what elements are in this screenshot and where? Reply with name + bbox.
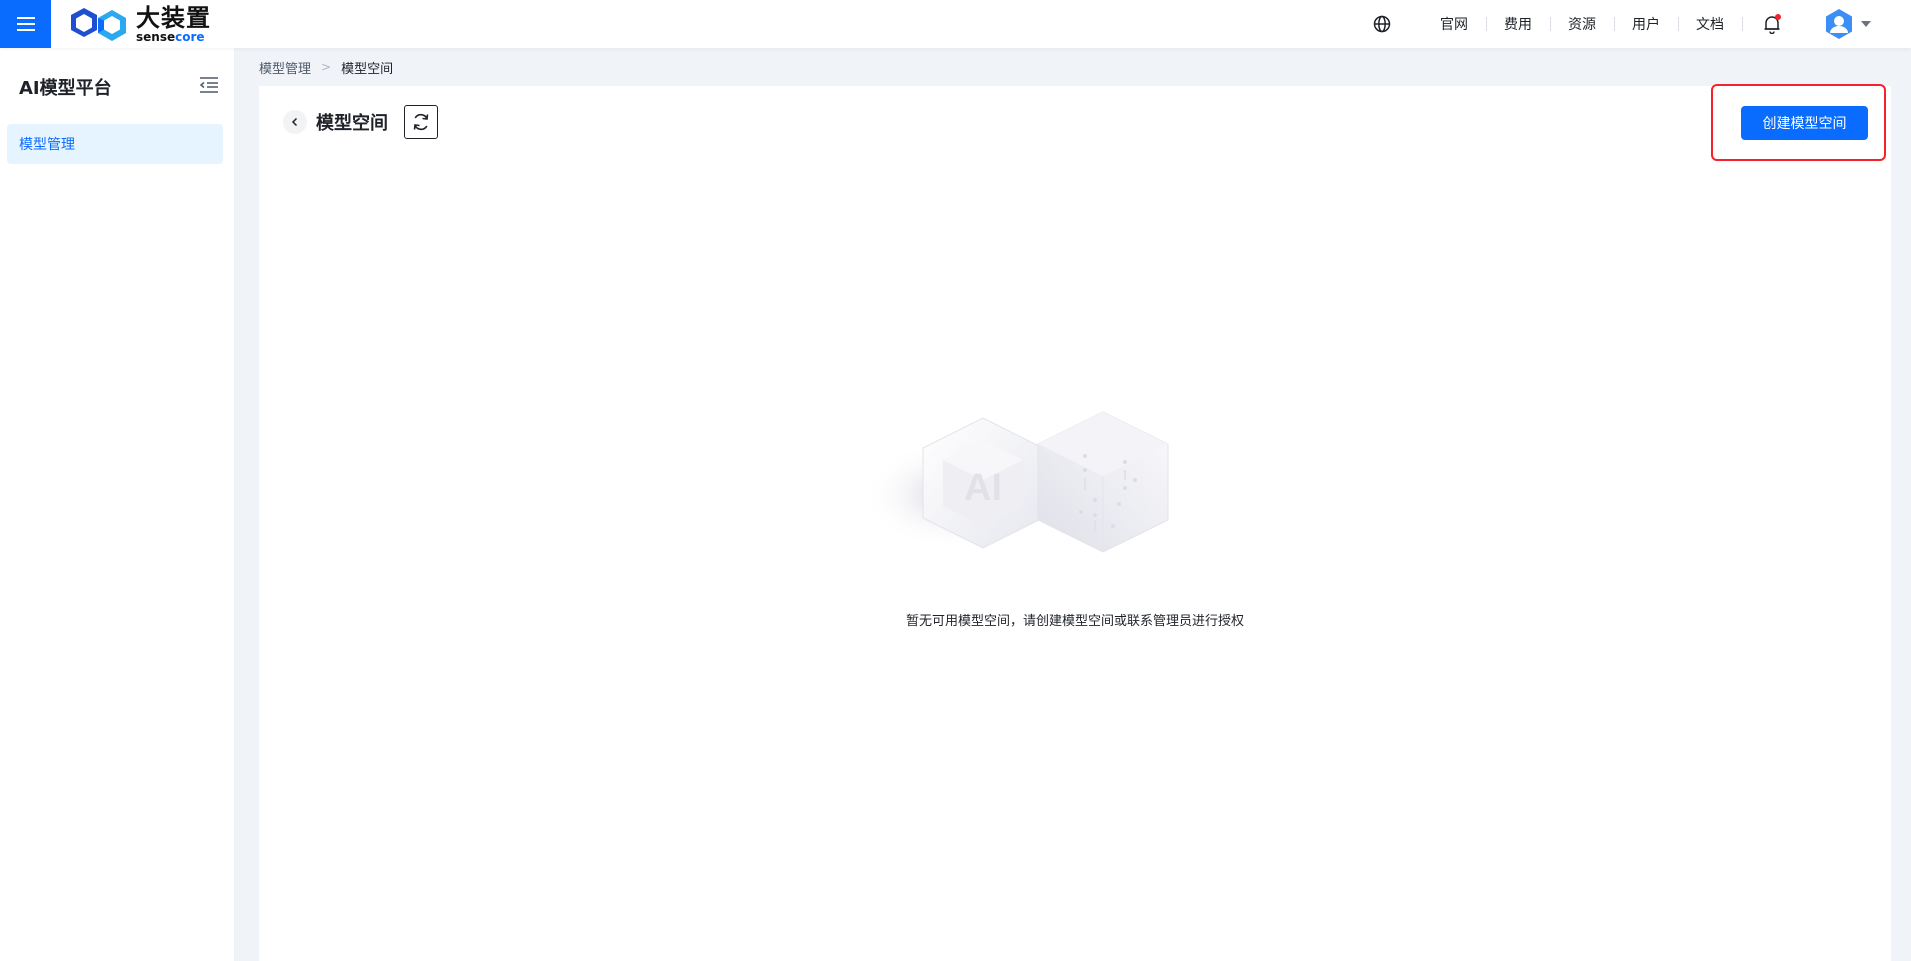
back-button[interactable] — [283, 110, 307, 134]
page-header: 模型空间 — [283, 104, 438, 140]
bell-icon[interactable] — [1761, 13, 1783, 35]
avatar[interactable] — [1825, 8, 1853, 40]
breadcrumb-model-space: 模型空间 — [341, 61, 394, 77]
empty-state-message: 暂无可用模型空间，请创建模型空间或联系管理员进行授权 — [905, 614, 1244, 629]
user-avatar-icon — [1826, 9, 1852, 39]
nav-users[interactable]: 用户 — [1614, 14, 1678, 34]
notification-dot — [1775, 14, 1781, 20]
breadcrumb-model-management[interactable]: 模型管理 — [259, 58, 311, 77]
breadcrumb: 模型管理 > 模型空间 — [259, 57, 393, 77]
breadcrumb-separator-icon: > — [321, 60, 332, 74]
hamburger-icon — [16, 17, 35, 31]
sensecore-logo-icon — [71, 8, 126, 41]
logo-subtitle: sensecore — [136, 31, 211, 43]
logo-subtitle-accent: core — [175, 29, 205, 44]
content-card: 模型空间 创建模型空间 AI 暂无可用模型空间，请创建模型空间或联系管理员进行授… — [259, 84, 1891, 961]
nav-billing[interactable]: 费用 — [1486, 14, 1550, 34]
create-model-space-button[interactable]: 创建模型空间 — [1741, 106, 1868, 140]
logo-title: 大装置 — [136, 3, 211, 32]
globe-icon[interactable] — [1372, 14, 1392, 34]
chevron-left-icon — [291, 117, 298, 127]
nav-official-site[interactable]: 官网 — [1422, 14, 1486, 34]
collapse-sidebar-icon[interactable] — [199, 76, 219, 94]
chevron-down-icon[interactable] — [1861, 21, 1871, 27]
refresh-icon — [413, 113, 429, 131]
top-bar: 大装置 sensecore 官网 费用 资源 用户 文档 — [0, 0, 1911, 48]
nav-docs[interactable]: 文档 — [1678, 14, 1742, 34]
top-nav: 官网 费用 资源 用户 文档 — [1372, 0, 1911, 48]
sidebar-item-model-management[interactable]: 模型管理 — [7, 124, 223, 164]
nav-divider — [1742, 17, 1743, 31]
empty-illustration: AI — [863, 400, 1203, 560]
refresh-button[interactable] — [404, 105, 438, 139]
menu-button[interactable] — [0, 0, 51, 48]
page-title: 模型空间 — [316, 113, 388, 134]
nav-resources[interactable]: 资源 — [1550, 14, 1614, 34]
illustration-ai-text: AI — [964, 467, 1002, 509]
sidebar: AI模型平台 模型管理 — [0, 48, 235, 961]
logo[interactable]: 大装置 sensecore — [68, 5, 211, 43]
logo-subtitle-prefix: sense — [136, 29, 176, 44]
sidebar-title: AI模型平台 — [19, 78, 112, 99]
